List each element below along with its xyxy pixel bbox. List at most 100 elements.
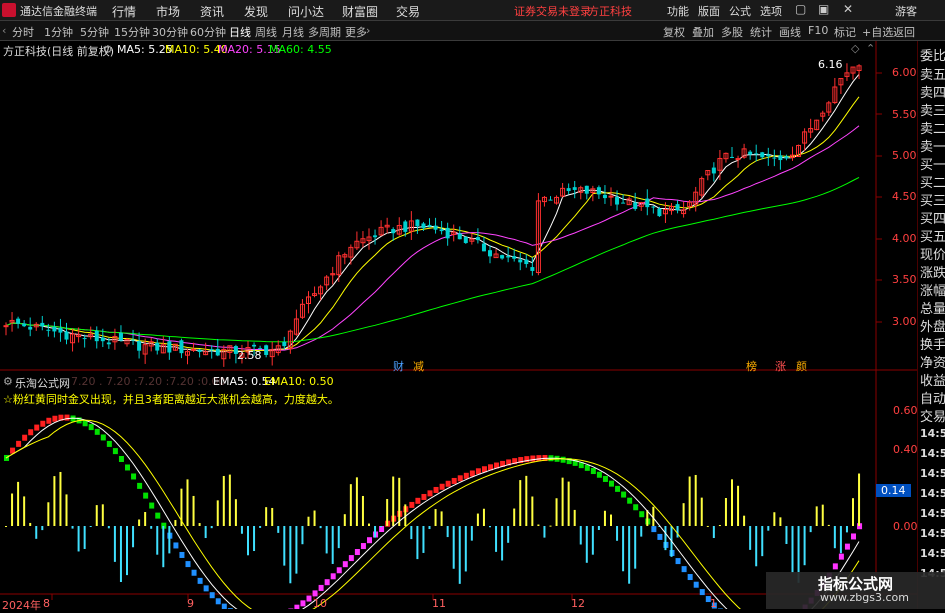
event-marker-rank[interactable]: 榜 [746, 358, 757, 374]
indicator-histogram-bar [114, 526, 116, 562]
indicator-current-value: 0.14 [876, 484, 911, 497]
indicator-step [452, 478, 457, 484]
indicator-histogram-bar [253, 526, 255, 551]
indicator-step [627, 498, 632, 504]
indicator-step [434, 487, 439, 493]
chevron-up-icon[interactable]: ⌃ [866, 42, 875, 55]
price-pane-title: 方正科技(日线 前复权) [3, 43, 114, 59]
indicator-histogram-bar [858, 474, 860, 526]
quote-item[interactable]: 买一 [920, 154, 945, 173]
indicator-histogram-bar [447, 526, 449, 537]
indicator-step [603, 476, 608, 482]
quote-item[interactable]: 卖一 [920, 136, 945, 155]
indicator-step [179, 552, 184, 558]
indicator-step [536, 455, 541, 461]
event-marker-limit-up[interactable]: 涨 [775, 358, 786, 374]
quote-item[interactable]: 买二 [920, 172, 945, 191]
candle-body [434, 226, 438, 230]
indicator-step [621, 492, 626, 498]
indicator-histogram-bar [53, 476, 55, 526]
indicator-step [597, 472, 602, 478]
quote-item[interactable]: 卖二 [920, 118, 945, 137]
indicator-step [143, 493, 148, 499]
candle-body [633, 203, 637, 209]
indicator-histogram-bar [489, 526, 491, 527]
event-marker-reduce[interactable]: 减 [413, 358, 424, 374]
indicator-step [415, 498, 420, 504]
quote-item[interactable]: 买三 [920, 190, 945, 209]
candle-body [16, 319, 20, 324]
candle-body [476, 237, 480, 240]
quote-item[interactable]: 总量 [920, 298, 945, 317]
event-marker-color[interactable]: 颜 [796, 358, 807, 374]
price-tick: 3.50 [892, 273, 917, 286]
indicator-histogram-bar [247, 526, 249, 555]
indicator-step [349, 555, 354, 561]
diamond-icon[interactable]: ◇ [851, 42, 859, 55]
indicator-step [52, 416, 57, 422]
indicator-histogram-bar [810, 526, 812, 532]
quote-item[interactable]: 卖四 [920, 82, 945, 101]
quote-item[interactable]: 现价 [920, 244, 945, 263]
quote-item[interactable]: 卖五 [920, 64, 945, 83]
settings-gear-icon[interactable]: ⚙ [103, 43, 113, 56]
event-marker-finance[interactable]: 财 [393, 358, 404, 374]
indicator-step [216, 598, 221, 604]
candle-body [603, 195, 607, 198]
quote-item[interactable]: 收益 [920, 370, 945, 389]
indicator-histogram-bar [610, 515, 612, 526]
quote-item[interactable]: 外盘 [920, 316, 945, 335]
indicator-step [319, 585, 324, 591]
candle-body [458, 233, 462, 239]
indicator-name[interactable]: 乐淘公式网 [15, 375, 70, 391]
indicator-step [361, 543, 366, 549]
indicator-step [107, 441, 112, 447]
indicator-histogram-bar [664, 526, 666, 550]
quote-item[interactable]: 交易 [920, 406, 945, 425]
ma5-line [6, 74, 859, 351]
candle-body [730, 157, 734, 158]
price-tick: 6.00 [892, 66, 917, 79]
x-axis-label: 10 [313, 597, 327, 610]
candle-body [131, 340, 135, 341]
candle-body [760, 152, 764, 157]
candle-body [645, 199, 649, 208]
quote-item[interactable]: 卖三 [920, 100, 945, 119]
indicator-histogram-bar [459, 526, 461, 584]
quote-item[interactable]: 净资 [920, 352, 945, 371]
indicator-histogram-bar [519, 480, 521, 526]
quote-item[interactable]: 买五 [920, 226, 945, 245]
x-axis-label: 12 [571, 597, 585, 610]
candle-body [119, 333, 123, 341]
candle-body [216, 349, 220, 356]
quote-item[interactable]: 买四 [920, 208, 945, 227]
indicator-step [355, 549, 360, 555]
indicator-histogram-bar [604, 511, 606, 526]
indicator-histogram-bar [761, 526, 763, 556]
indicator-histogram-bar [398, 478, 400, 526]
quote-item[interactable]: 自动 [920, 388, 945, 407]
indicator-gear-icon[interactable]: ⚙ [3, 375, 13, 388]
trade-time: 14:56 [920, 527, 945, 540]
indicator-tick: 0.60 [893, 404, 918, 417]
indicator-step [440, 484, 445, 490]
indicator-histogram-bar [11, 494, 13, 526]
indicator-histogram-bar [289, 526, 291, 583]
candle-body [506, 256, 510, 257]
indicator-step [337, 567, 342, 573]
indicator-step [155, 513, 160, 519]
quote-item[interactable]: 换手 [920, 334, 945, 353]
indicator-step [119, 456, 124, 462]
indicator-step [428, 490, 433, 496]
indicator-histogram-bar [792, 526, 794, 573]
quote-item[interactable]: 涨跌 [920, 262, 945, 281]
price-tick: 4.00 [892, 232, 917, 245]
quote-item[interactable]: 委比 [920, 45, 945, 64]
indicator-histogram-bar [477, 514, 479, 526]
indicator-histogram-bar [471, 526, 473, 541]
chart-surface[interactable] [0, 0, 945, 609]
quote-item[interactable]: 涨幅 [920, 280, 945, 299]
candle-body [772, 158, 776, 159]
indicator-histogram-bar [785, 526, 787, 544]
indicator-histogram-bar [132, 526, 134, 547]
